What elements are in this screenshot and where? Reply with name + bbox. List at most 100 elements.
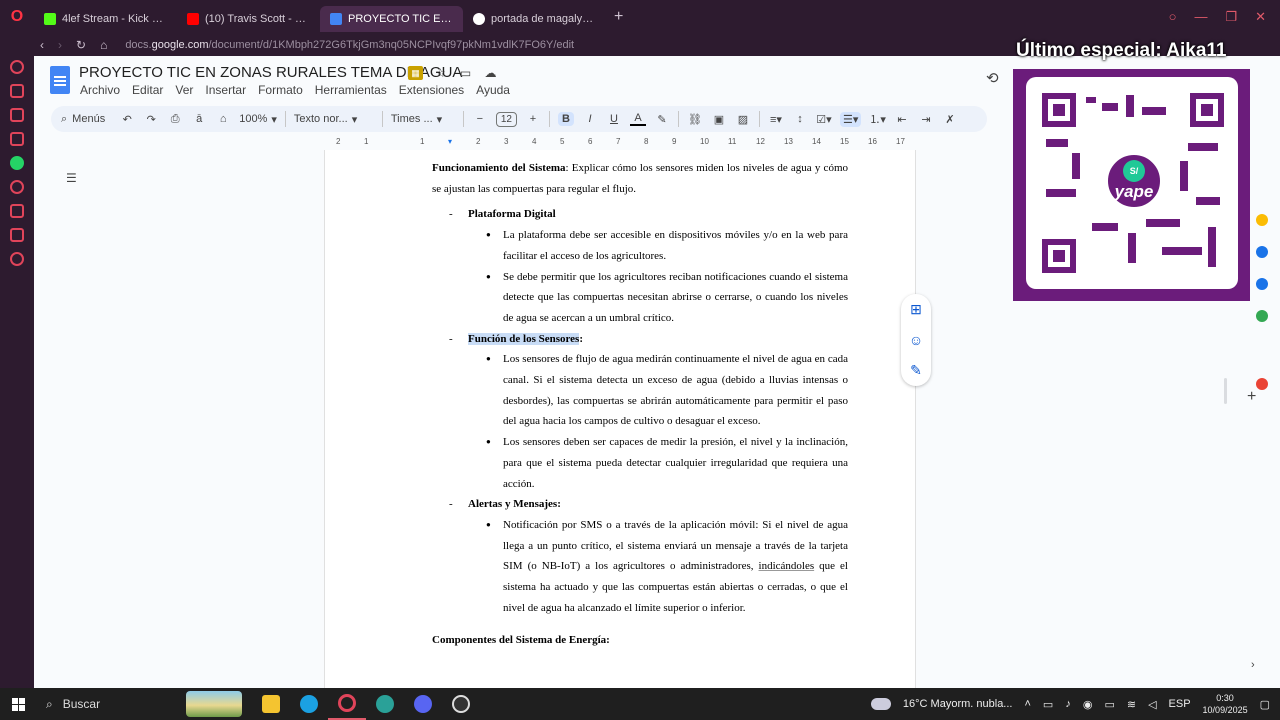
numbered-list-icon[interactable]: ⒈▾ <box>869 111 886 127</box>
keep-icon[interactable] <box>1256 214 1268 226</box>
tab-youtube[interactable]: (10) Travis Scott - Greate <box>177 6 320 32</box>
messenger-icon[interactable] <box>10 132 24 146</box>
suggest-edit-icon[interactable]: ✎ <box>910 362 922 379</box>
spellcheck-icon[interactable]: ā <box>191 113 207 125</box>
office-icon[interactable] <box>1256 378 1268 390</box>
battery-icon[interactable]: ▭ <box>1104 698 1114 711</box>
cloud-status-icon[interactable]: ☁ <box>483 66 498 80</box>
reload-icon[interactable]: ↻ <box>76 38 86 52</box>
document-body[interactable]: Funcionamiento del Sistema: Explicar cóm… <box>432 158 848 651</box>
format-icon[interactable]: ▦ <box>408 66 423 80</box>
align-icon[interactable]: ≡▾ <box>768 113 784 126</box>
menu-ver[interactable]: Ver <box>175 83 193 97</box>
redo-icon[interactable]: ↷ <box>143 113 159 126</box>
font-size-input[interactable]: 12 <box>495 111 517 127</box>
clear-format-icon[interactable]: ✗ <box>942 113 958 126</box>
maximize-icon[interactable]: ❐ <box>1225 9 1237 25</box>
url-field[interactable]: docs.google.com/document/d/1KMbph272G6Tk… <box>125 39 574 51</box>
ruler[interactable]: 2 1 1 ▾ 2 3 4 5 6 7 8 9 10 11 12 13 14 1… <box>324 136 914 150</box>
zoom-select[interactable]: 100% ▾ <box>239 113 277 126</box>
print-icon[interactable]: ⎙ <box>167 113 183 126</box>
language-indicator[interactable]: ESP <box>1169 698 1191 710</box>
style-select[interactable]: Texto nor... ▾ <box>294 113 374 126</box>
minimize-icon[interactable]: — <box>1194 9 1207 25</box>
obs-icon[interactable] <box>442 688 480 720</box>
contacts-icon[interactable] <box>1256 278 1268 290</box>
app-2-icon[interactable] <box>366 688 404 720</box>
opera-gx-icon[interactable] <box>328 688 366 720</box>
bag-icon[interactable] <box>10 108 24 122</box>
scrollbar[interactable] <box>1224 378 1227 404</box>
line-spacing-icon[interactable]: ↕ <box>792 113 808 125</box>
italic-icon[interactable]: I <box>582 113 598 125</box>
checklist-icon[interactable]: ☑▾ <box>816 113 832 126</box>
whatsapp-icon[interactable] <box>10 156 24 170</box>
decrease-font-icon[interactable]: − <box>472 113 488 125</box>
weather-icon[interactable] <box>870 698 891 710</box>
bullet-list-icon[interactable]: ☰▾ <box>840 111 862 127</box>
menu-search-button[interactable]: ⌕ Menús <box>61 113 111 126</box>
mic-icon[interactable]: ♪ <box>1065 698 1071 710</box>
paint-format-icon[interactable]: ⌂ <box>215 113 231 125</box>
bold-icon[interactable]: B <box>558 112 574 126</box>
edge-icon[interactable] <box>290 688 328 720</box>
search-highlight-image[interactable] <box>186 691 242 717</box>
camera-icon[interactable]: ◉ <box>1083 698 1093 711</box>
settings-icon[interactable] <box>10 252 24 266</box>
document-title[interactable]: PROYECTO TIC EN ZONAS RURALES TEMA DE AG… <box>79 64 462 81</box>
chevron-right-icon[interactable]: › <box>1251 659 1255 671</box>
menu-extensiones[interactable]: Extensiones <box>399 83 464 97</box>
version-history-icon[interactable]: ⟲ <box>986 69 999 87</box>
link-icon[interactable]: ⛓ <box>687 113 703 126</box>
workspace-icon[interactable] <box>10 84 24 98</box>
discord-icon[interactable] <box>404 688 442 720</box>
opera-logo-icon[interactable]: O <box>0 0 34 34</box>
taskbar-search[interactable]: ⌕ Buscar <box>36 689 186 719</box>
forward-icon[interactable]: › <box>58 38 62 52</box>
aria-icon[interactable] <box>10 60 24 74</box>
increase-font-icon[interactable]: + <box>525 113 541 125</box>
document-page[interactable]: Funcionamiento del Sistema: Explicar cóm… <box>324 150 916 688</box>
tasks-icon[interactable] <box>1256 246 1268 258</box>
wifi-icon[interactable]: ≋ <box>1127 698 1136 711</box>
search-icon[interactable]: ○ <box>1169 9 1177 25</box>
clock[interactable]: 0:30 10/09/2025 <box>1203 692 1248 716</box>
file-explorer-icon[interactable] <box>252 688 290 720</box>
windows-start-icon[interactable] <box>0 688 36 720</box>
menu-herramientas[interactable]: Herramientas <box>315 83 387 97</box>
emoji-reaction-icon[interactable]: ☺ <box>909 332 923 348</box>
close-icon[interactable]: ✕ <box>1255 9 1266 25</box>
indent-marker-icon[interactable]: ▾ <box>448 137 452 146</box>
download-icon[interactable] <box>10 204 24 218</box>
history-icon[interactable] <box>10 180 24 194</box>
menu-archivo[interactable]: Archivo <box>80 83 120 97</box>
tab-kick[interactable]: 4lef Stream - Kick Dashb <box>34 6 177 32</box>
maps-icon[interactable] <box>1256 310 1268 322</box>
underline-icon[interactable]: U <box>606 113 622 125</box>
docs-logo-icon[interactable] <box>50 66 70 94</box>
menu-ayuda[interactable]: Ayuda <box>476 83 510 97</box>
add-addon-icon[interactable]: + <box>1247 388 1256 406</box>
menu-formato[interactable]: Formato <box>258 83 303 97</box>
add-comment-icon[interactable]: ⊞ <box>910 301 922 318</box>
tab-docs[interactable]: PROYECTO TIC EN ZONA <box>320 6 463 32</box>
document-outline-icon[interactable]: ☰ <box>66 171 77 185</box>
decrease-indent-icon[interactable]: ⇤ <box>894 113 910 126</box>
image-icon[interactable]: ▨ <box>735 113 751 126</box>
notifications-icon[interactable]: ▢ <box>1260 698 1270 711</box>
comment-icon[interactable]: ▣ <box>711 113 727 126</box>
font-select[interactable]: Times ... ▾ <box>391 113 455 126</box>
menu-editar[interactable]: Editar <box>132 83 163 97</box>
meet-icon[interactable]: ▭ <box>1043 698 1053 711</box>
extensions-icon[interactable] <box>10 228 24 242</box>
undo-icon[interactable]: ↶ <box>119 113 135 126</box>
new-tab-button[interactable]: + <box>606 8 631 26</box>
text-color-icon[interactable]: A <box>630 112 646 126</box>
back-icon[interactable]: ‹ <box>40 38 44 52</box>
move-folder-icon[interactable]: ▭ <box>458 66 473 80</box>
star-icon[interactable]: ☆ <box>433 66 448 80</box>
volume-icon[interactable]: ◁ <box>1148 698 1156 711</box>
highlight-icon[interactable]: ✎ <box>654 113 670 126</box>
weather-text[interactable]: 16°C Mayorm. nubla... <box>903 698 1013 710</box>
menu-insertar[interactable]: Insertar <box>205 83 246 97</box>
